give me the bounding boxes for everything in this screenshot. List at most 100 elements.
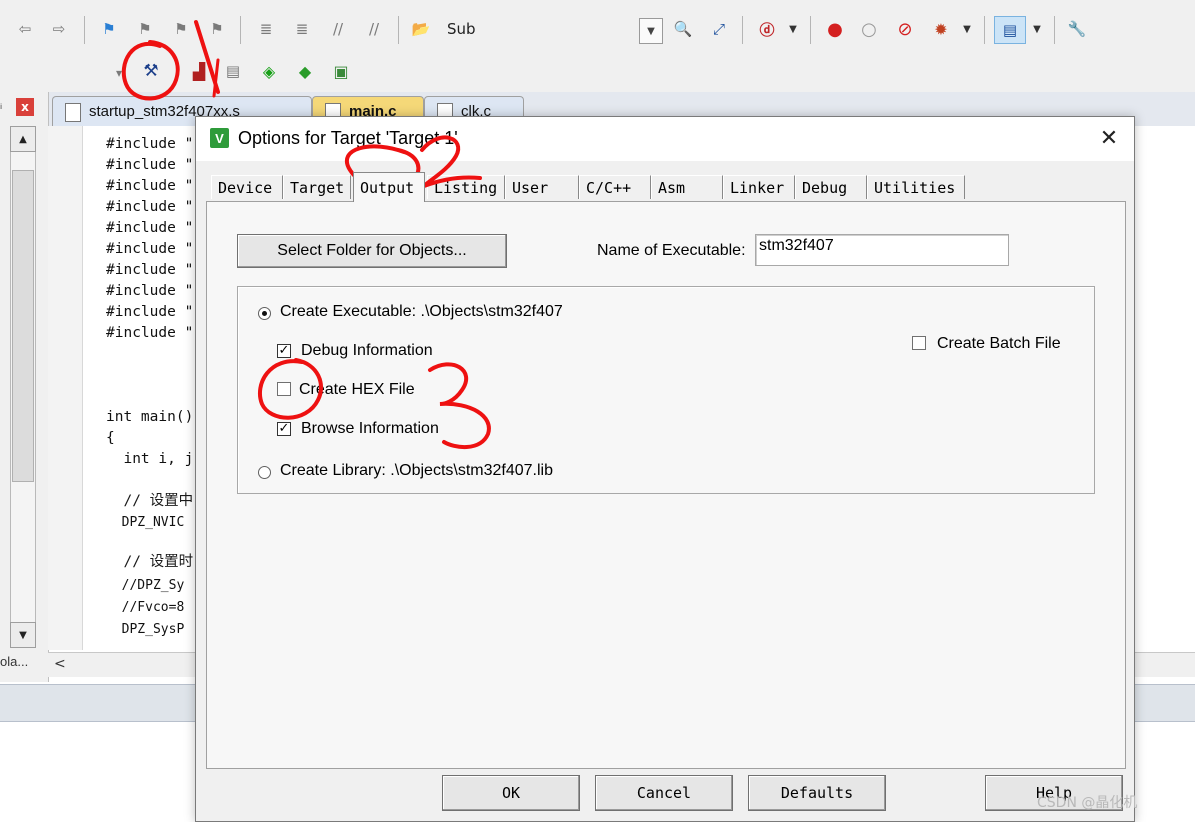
prev-bookmark-icon[interactable]: ⚑ <box>134 18 156 40</box>
code-line: #include " <box>106 325 194 341</box>
scroll-down-icon[interactable]: ▼ <box>10 622 36 648</box>
toolbar-divider <box>742 16 743 44</box>
create-library-radio[interactable] <box>258 466 271 479</box>
debug-information-label: Debug Information <box>301 342 433 359</box>
line-gutter <box>48 126 83 650</box>
create-executable-label: Create Executable: .\Objects\stm32f407 <box>280 303 563 320</box>
unindent-icon[interactable]: ≣ <box>291 18 313 40</box>
create-executable-radio[interactable] <box>258 307 271 320</box>
manage-project-items-icon[interactable]: ▟ <box>188 60 210 82</box>
bookmark-flag-icon[interactable]: ⚑ <box>98 18 120 40</box>
books-tab[interactable]: ola... <box>0 654 34 678</box>
scroll-left-icon[interactable]: < <box>54 656 66 672</box>
select-packs-icon[interactable]: ▤ <box>222 60 244 82</box>
code-line: #include " <box>106 220 194 236</box>
comment-icon[interactable]: // <box>327 18 349 40</box>
close-icon[interactable]: ✕ <box>1096 125 1122 151</box>
build-toolbar: ▾ ⚒ ▟ ▤ ◈ ◆ ▣ <box>0 52 1195 144</box>
toolbar-divider <box>1054 16 1055 44</box>
cancel-button[interactable]: Cancel <box>595 775 733 811</box>
clear-breakpoints-icon[interactable]: ⊘ <box>894 18 916 40</box>
create-hex-checkbox[interactable] <box>277 382 291 396</box>
code-line: #include " <box>106 304 194 320</box>
create-hex-label: Create HEX File <box>299 381 415 398</box>
dialog-titlebar: V Options for Target 'Target 1' ✕ <box>196 117 1134 161</box>
name-of-executable-input[interactable]: stm32f407 <box>755 234 1009 266</box>
select-folder-button[interactable]: Select Folder for Objects... <box>237 234 507 268</box>
ok-button[interactable]: OK <box>442 775 580 811</box>
tab-utilities[interactable]: Utilities <box>867 175 965 199</box>
scroll-up-icon[interactable]: ▲ <box>10 126 36 152</box>
main-toolbar: ⇦ ⇨ ⚑ ⚑ ⚑ ⚑ ≣ ≣ // // 📂 Sub ▼ 🔍 ⤢ ⓓ ▼ ● … <box>0 0 1195 53</box>
code-line: DPZ_NVIC <box>106 515 185 530</box>
code-line: int main() <box>106 409 194 425</box>
tab-linker[interactable]: Linker <box>723 175 795 199</box>
code-line: #include " <box>106 178 194 194</box>
kill-breakpoints-icon[interactable]: ✹ <box>930 18 952 40</box>
code-comment: // 设置中 <box>106 493 194 509</box>
code-line: #include " <box>106 283 194 299</box>
breakpoint-icon[interactable]: ● <box>824 18 846 40</box>
code-line: DPZ_SysP <box>106 622 185 637</box>
toolbar-divider <box>398 16 399 44</box>
find-combo-text[interactable]: Sub <box>447 20 476 38</box>
code-line: #include " <box>106 241 194 257</box>
find-combo-dropdown[interactable]: ▼ <box>639 18 663 44</box>
target-select-icon[interactable]: ▾ <box>108 62 130 84</box>
component-icon[interactable]: ▣ <box>330 60 352 82</box>
create-batch-checkbox[interactable] <box>912 336 926 350</box>
tab-device[interactable]: Device <box>211 175 283 199</box>
find-icon[interactable]: 🔍 <box>672 18 694 40</box>
configure-icon[interactable]: 🔧 <box>1066 18 1088 40</box>
scrollbar-thumb[interactable] <box>12 170 34 482</box>
name-of-executable-label: Name of Executable: <box>597 242 746 259</box>
indent-icon[interactable]: ≣ <box>255 18 277 40</box>
code-line: #include " <box>106 199 194 215</box>
create-library-label: Create Library: .\Objects\stm32f407.lib <box>280 462 554 479</box>
window-layout-dropdown-icon[interactable]: ▼ <box>1026 18 1048 40</box>
next-bookmark-icon[interactable]: ⚑ <box>170 18 192 40</box>
tab-c-cpp[interactable]: C/C++ <box>579 175 651 199</box>
clear-bookmarks-icon[interactable]: ⚑ <box>206 18 228 40</box>
defaults-button[interactable]: Defaults <box>748 775 886 811</box>
disable-breakpoint-icon[interactable]: ○ <box>858 18 880 40</box>
options-dialog: V Options for Target 'Target 1' ✕ Device… <box>195 116 1135 822</box>
tab-user[interactable]: User <box>505 175 579 199</box>
code-line: //DPZ_Sy <box>106 578 185 593</box>
toolbar-divider <box>84 16 85 44</box>
create-batch-label: Create Batch File <box>937 335 1061 352</box>
keil-logo-icon: V <box>210 128 229 148</box>
code-line: int i, j <box>106 451 194 467</box>
browse-information-label: Browse Information <box>301 420 439 437</box>
find-in-files-icon[interactable]: 📂 <box>410 18 432 40</box>
browse-information-checkbox[interactable]: ✓ <box>277 422 291 436</box>
tab-debug[interactable]: Debug <box>795 175 867 199</box>
code-line: #include " <box>106 262 194 278</box>
debug-dropdown-icon[interactable]: ▼ <box>782 18 804 40</box>
file-icon <box>65 103 81 122</box>
manage-runtime-icon[interactable]: ◈ <box>258 60 280 82</box>
incremental-find-icon[interactable]: ⤢ <box>708 18 730 40</box>
back-arrow-icon[interactable]: ⇦ <box>14 18 36 40</box>
toolbar-divider <box>810 16 811 44</box>
toolbar-divider <box>984 16 985 44</box>
tab-target[interactable]: Target <box>283 175 351 199</box>
debug-information-checkbox[interactable]: ✓ <box>277 344 291 358</box>
debug-start-icon[interactable]: ⓓ <box>756 18 778 40</box>
code-line: { <box>106 430 115 446</box>
output-tab-panel: Select Folder for Objects... Name of Exe… <box>206 201 1126 769</box>
tab-listing[interactable]: Listing <box>427 175 505 199</box>
uncomment-icon[interactable]: // <box>363 18 385 40</box>
watermark: CSDN @晶化机 <box>1037 795 1138 811</box>
forward-arrow-icon[interactable]: ⇨ <box>48 18 70 40</box>
close-pane-icon[interactable]: x <box>16 98 34 116</box>
code-line: #include " <box>106 157 194 173</box>
pin-icon[interactable]: ᵢ <box>0 98 2 112</box>
pack-installer-icon[interactable]: ◆ <box>294 60 316 82</box>
tab-asm[interactable]: Asm <box>651 175 723 199</box>
breakpoints-dropdown-icon[interactable]: ▼ <box>956 18 978 40</box>
tab-output[interactable]: Output <box>353 172 425 202</box>
window-layout-icon[interactable]: ▤ <box>994 16 1026 44</box>
code-line: //Fvco=8 <box>106 600 185 615</box>
options-for-target-icon[interactable]: ⚒ <box>140 60 162 82</box>
